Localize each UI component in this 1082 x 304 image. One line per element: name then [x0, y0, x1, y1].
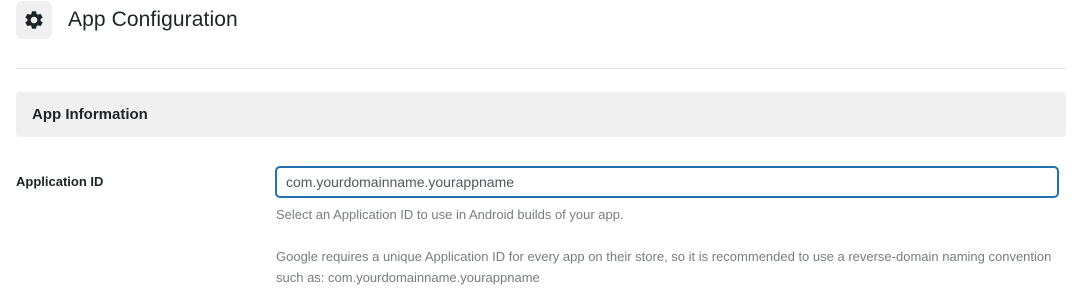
- application-id-help-secondary: Google requires a unique Application ID …: [276, 249, 1052, 285]
- application-id-help-primary: Select an Application ID to use in Andro…: [276, 207, 624, 222]
- section-title: App Information: [32, 106, 148, 123]
- application-id-label: Application ID: [16, 174, 104, 189]
- page-title: App Configuration: [68, 8, 238, 31]
- application-id-input[interactable]: [276, 167, 1058, 197]
- page-header: App Configuration: [16, 1, 238, 39]
- app-configuration-page: App Configuration App Information Applic…: [0, 0, 1082, 304]
- gear-icon: [16, 1, 52, 39]
- header-divider: [16, 68, 1066, 69]
- section-header-app-information: App Information: [16, 92, 1066, 137]
